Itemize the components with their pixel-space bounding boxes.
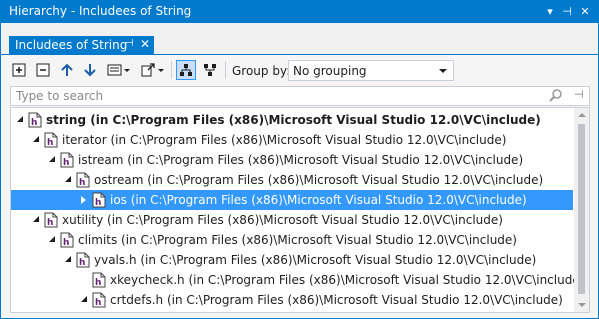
svg-text:h: h: [95, 298, 101, 308]
header-file-icon: h: [60, 152, 74, 168]
search-pin-icon[interactable]: ⊣: [574, 88, 584, 101]
hierarchy-tree-button[interactable]: [200, 60, 220, 80]
collapsed-triangle-icon[interactable]: [81, 196, 86, 204]
view-options-icon: [107, 64, 130, 76]
toolbar: Group by: No grouping: [1, 56, 598, 84]
svg-text:h: h: [95, 278, 101, 288]
header-file-icon: h: [76, 172, 90, 188]
export-button[interactable]: [138, 60, 168, 80]
up-arrow-icon: [61, 63, 73, 76]
hierarchy-tree-icon: [204, 64, 216, 76]
tab-pin-icon[interactable]: ⊣: [125, 38, 134, 49]
auto-hide-pin-icon[interactable]: ⊣: [559, 4, 575, 20]
vertical-scrollbar[interactable]: [574, 108, 589, 312]
tree-row[interactable]: h climits (in C:\Program Files (x86)\Micr…: [11, 230, 573, 250]
toolbar-separator: [225, 61, 226, 79]
svg-text:h: h: [79, 258, 85, 268]
expanded-triangle-icon[interactable]: [17, 116, 23, 122]
svg-text:h: h: [31, 118, 37, 128]
tree-row[interactable]: h xutility (in C:\Program Files (x86)\Mic…: [11, 210, 573, 230]
svg-text:h: h: [47, 138, 53, 148]
close-window-icon[interactable]: ✕: [577, 4, 593, 20]
header-file-icon: h: [44, 132, 58, 148]
tree-row[interactable]: h yvals.h (in C:\Program Files (x86)\Micr…: [11, 250, 573, 270]
header-file-icon: h: [28, 112, 42, 128]
hierarchy-window: Hierarchy - Includees of String ▾ ⊣ ✕ In…: [0, 0, 599, 319]
tree-row-label: iterator (in C:\Program Files (x86)\Micr…: [62, 133, 507, 147]
header-file-icon: h: [92, 292, 106, 308]
move-down-button[interactable]: [80, 60, 100, 80]
group-by-label: Group by:: [232, 64, 291, 78]
tree-row-label: yvals.h (in C:\Program Files (x86)\Micro…: [94, 253, 537, 267]
search-placeholder: Type to search: [16, 89, 104, 103]
svg-text:h: h: [47, 218, 53, 228]
header-file-icon: h: [92, 192, 106, 208]
window-title: Hierarchy - Includees of String: [9, 4, 192, 18]
expanded-triangle-icon[interactable]: [65, 176, 71, 182]
view-options-button[interactable]: [104, 60, 134, 80]
expanded-triangle-icon[interactable]: [65, 256, 71, 262]
move-up-button[interactable]: [57, 60, 77, 80]
header-file-icon: h: [44, 212, 58, 228]
svg-text:h: h: [63, 158, 69, 168]
search-input[interactable]: Type to search ⊣: [10, 86, 590, 106]
tree-row[interactable]: h crtdefs.h (in C:\Program Files (x86)\Mi…: [11, 290, 573, 310]
tree-row[interactable]: h ios (in C:\Program Files (x86)\Microsof…: [11, 190, 573, 210]
includees-tree[interactable]: h string (in C:\Program Files (x86)\Micro…: [10, 107, 590, 313]
tree-row[interactable]: h xkeycheck.h (in C:\Program Files (x86)\…: [11, 270, 584, 290]
title-bar[interactable]: Hierarchy - Includees of String ▾ ⊣ ✕: [1, 1, 598, 23]
group-by-value: No grouping: [293, 64, 367, 78]
tree-row-label: istream (in C:\Program Files (x86)\Micro…: [78, 153, 524, 167]
hierarchy-mode-button[interactable]: [176, 60, 196, 80]
collapse-all-icon: [36, 63, 50, 77]
hierarchy-mode-icon: [180, 64, 192, 76]
tree-row-label: climits (in C:\Program Files (x86)\Micro…: [78, 233, 517, 247]
svg-text:h: h: [63, 238, 69, 248]
expanded-triangle-icon[interactable]: [81, 296, 87, 302]
tree-row[interactable]: h string (in C:\Program Files (x86)\Micro…: [11, 110, 573, 130]
tree-row-label: ios (in C:\Program Files (x86)\Microsoft…: [110, 193, 527, 207]
tree-row[interactable]: h iterator (in C:\Program Files (x86)\Mic…: [11, 130, 573, 150]
group-by-dropdown[interactable]: No grouping: [288, 60, 454, 81]
chevron-down-icon: [439, 69, 447, 73]
svg-text:h: h: [79, 178, 85, 188]
search-options-icon[interactable]: [548, 89, 564, 106]
toolbar-separator: [171, 61, 172, 79]
tree-row-label: xutility (in C:\Program Files (x86)\Micr…: [62, 213, 503, 227]
tab-label: Includees of String: [15, 38, 128, 52]
scrollbar-thumb[interactable]: [578, 124, 585, 294]
tab-includees-of-string[interactable]: Includees of String ⊣ ✕: [9, 36, 154, 55]
expand-all-icon: [12, 63, 26, 77]
header-file-icon: h: [92, 272, 106, 288]
expanded-triangle-icon[interactable]: [49, 236, 55, 242]
expanded-triangle-icon[interactable]: [33, 216, 39, 222]
collapse-all-button[interactable]: [33, 60, 53, 80]
svg-text:h: h: [95, 198, 101, 208]
expand-all-button[interactable]: [9, 60, 29, 80]
tree-row[interactable]: h istream (in C:\Program Files (x86)\Micr…: [11, 150, 573, 170]
header-file-icon: h: [60, 232, 74, 248]
window-position-dropdown-icon[interactable]: ▾: [542, 4, 558, 20]
header-file-icon: h: [76, 252, 90, 268]
tree-row-label: crtdefs.h (in C:\Program Files (x86)\Mic…: [110, 293, 563, 307]
tree-row-label: xkeycheck.h (in C:\Program Files (x86)\M…: [110, 273, 585, 287]
down-arrow-icon: [84, 64, 96, 77]
tree-row-label: string (in C:\Program Files (x86)\Micros…: [46, 113, 541, 127]
expanded-triangle-icon[interactable]: [49, 156, 55, 162]
expanded-triangle-icon[interactable]: [33, 136, 39, 142]
tree-row-label: ostream (in C:\Program Files (x86)\Micro…: [94, 173, 544, 187]
scroll-up-icon[interactable]: [578, 113, 586, 117]
export-icon: [141, 63, 164, 77]
tree-row[interactable]: h ostream (in C:\Program Files (x86)\Micr…: [11, 170, 573, 190]
scroll-down-icon[interactable]: [578, 303, 586, 307]
tab-close-icon[interactable]: ✕: [140, 37, 150, 51]
tab-strip: Includees of String ⊣ ✕: [1, 23, 598, 55]
